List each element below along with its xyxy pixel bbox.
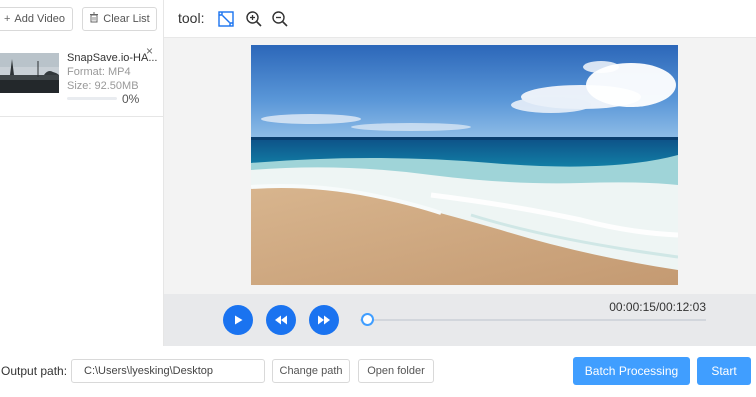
zoom-out-icon[interactable] — [271, 10, 289, 28]
video-thumbnail — [0, 53, 59, 93]
item-filename: SnapSave.io-HA... — [67, 52, 158, 64]
fast-forward-icon — [318, 315, 330, 325]
item-size: Size: 92.50MB — [67, 80, 139, 92]
list-item[interactable]: SnapSave.io-HA... Format: MP4 Size: 92.5… — [0, 40, 163, 117]
trash-icon — [89, 12, 99, 26]
seek-bar[interactable] — [360, 319, 706, 321]
seek-handle[interactable] — [360, 313, 374, 326]
list-toolbar: + Add Video Clear List — [0, 0, 163, 38]
batch-processing-button[interactable]: Batch Processing — [573, 357, 690, 385]
output-path-field[interactable]: C:\Users\lyesking\Desktop — [71, 359, 265, 383]
progress-percent: 0% — [122, 92, 140, 106]
tool-label: tool: — [178, 10, 205, 26]
add-video-label: Add Video — [14, 13, 65, 25]
video-list-panel: + Add Video Clear List SnapSave.io-HA...… — [0, 0, 164, 346]
rewind-icon — [275, 315, 287, 325]
play-icon — [235, 315, 243, 325]
footer-bar: Output path: C:\Users\lyesking\Desktop C… — [0, 346, 756, 397]
change-path-button[interactable]: Change path — [272, 359, 350, 383]
player-controls: 00:00:15/00:12:03 — [164, 294, 756, 346]
add-video-button[interactable]: + Add Video — [0, 7, 73, 31]
zoom-in-icon[interactable] — [245, 10, 263, 28]
clear-list-label: Clear List — [103, 13, 150, 25]
start-button[interactable]: Start — [697, 357, 751, 385]
progress-bar — [67, 97, 117, 100]
crop-icon[interactable] — [217, 10, 235, 28]
rewind-button[interactable] — [266, 305, 296, 335]
play-button[interactable] — [223, 305, 253, 335]
fast-forward-button[interactable] — [309, 305, 339, 335]
clear-list-button[interactable]: Clear List — [82, 7, 157, 31]
video-frame[interactable] — [251, 45, 678, 285]
time-display: 00:00:15/00:12:03 — [609, 300, 706, 314]
output-path-label: Output path: — [1, 364, 68, 378]
preview-area — [164, 38, 756, 294]
tool-bar: tool: — [164, 0, 756, 38]
plus-icon: + — [3, 13, 11, 25]
item-format: Format: MP4 — [67, 66, 131, 78]
close-icon[interactable]: × — [146, 44, 153, 58]
open-folder-button[interactable]: Open folder — [358, 359, 434, 383]
